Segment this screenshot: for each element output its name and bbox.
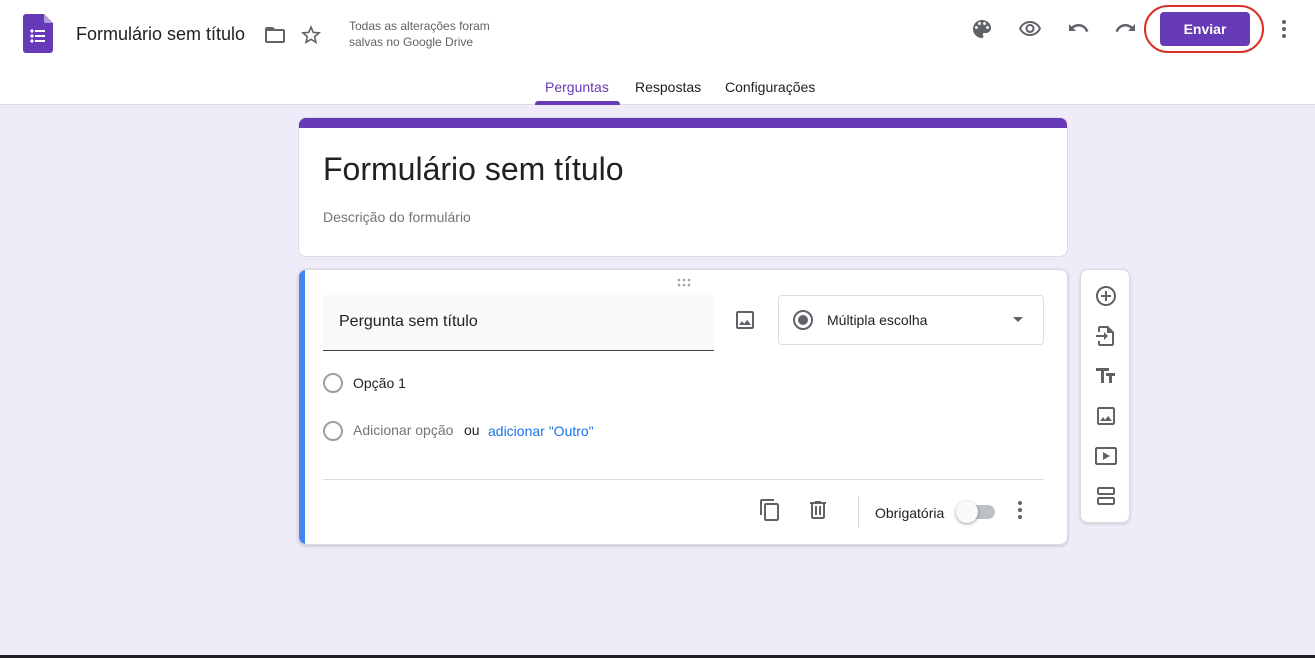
- tab-questions[interactable]: Perguntas: [545, 79, 609, 95]
- footer-divider: [323, 479, 1044, 480]
- import-questions-icon[interactable]: [1094, 324, 1118, 348]
- question-card[interactable]: Pergunta sem título Múltipla escolha Opç…: [298, 269, 1068, 545]
- star-icon[interactable]: [299, 23, 323, 47]
- trash-icon[interactable]: [806, 498, 830, 522]
- floating-toolbar: [1080, 269, 1130, 523]
- chevron-down-icon: [1013, 317, 1023, 322]
- add-option-field[interactable]: Adicionar opção: [353, 422, 453, 438]
- redo-icon[interactable]: [1114, 17, 1138, 41]
- duplicate-icon[interactable]: [758, 498, 782, 522]
- image-icon[interactable]: [1094, 404, 1118, 428]
- more-vert-icon[interactable]: [1272, 17, 1296, 41]
- active-question-bar: [299, 270, 305, 544]
- video-icon[interactable]: [1094, 444, 1118, 468]
- question-type-label: Múltipla escolha: [827, 312, 928, 328]
- image-icon[interactable]: [733, 308, 757, 332]
- folder-icon[interactable]: [263, 23, 287, 47]
- save-status: Todas as alterações foram salvas no Goog…: [349, 19, 490, 49]
- radio-button-icon: [793, 310, 813, 330]
- top-bar: Formulário sem título Todas as alteraçõe…: [0, 0, 1315, 105]
- or-text: ou: [464, 422, 480, 438]
- tab-bar: Perguntas Respostas Configurações: [0, 72, 1315, 105]
- question-type-dropdown[interactable]: Múltipla escolha: [778, 295, 1044, 345]
- tab-responses[interactable]: Respostas: [635, 79, 701, 95]
- form-description-field[interactable]: Descrição do formulário: [323, 209, 471, 225]
- add-option-radio: [323, 421, 343, 441]
- add-other-link[interactable]: adicionar "Outro": [488, 423, 594, 439]
- section-icon[interactable]: [1094, 484, 1118, 508]
- required-toggle-knob[interactable]: [956, 501, 978, 523]
- active-tab-indicator: [535, 101, 620, 105]
- forms-logo-icon[interactable]: [23, 14, 53, 53]
- form-title[interactable]: Formulário sem título: [323, 151, 624, 188]
- add-circle-icon[interactable]: [1094, 284, 1118, 308]
- required-label: Obrigatória: [875, 505, 945, 521]
- document-title[interactable]: Formulário sem título: [76, 24, 245, 45]
- palette-icon[interactable]: [970, 17, 994, 41]
- title-text-icon[interactable]: [1094, 364, 1118, 388]
- footer-separator: [858, 496, 859, 528]
- accent-bar: [299, 118, 1067, 128]
- more-vert-icon[interactable]: [1008, 498, 1032, 522]
- drag-handle-icon[interactable]: [676, 278, 692, 288]
- undo-icon[interactable]: [1066, 17, 1090, 41]
- tab-settings[interactable]: Configurações: [725, 79, 815, 95]
- option-label[interactable]: Opção 1: [353, 375, 406, 391]
- send-button[interactable]: Enviar: [1160, 12, 1250, 46]
- form-header-card: Formulário sem título Descrição do formu…: [298, 117, 1068, 257]
- question-title-input[interactable]: Pergunta sem título: [323, 295, 714, 351]
- eye-icon[interactable]: [1018, 17, 1042, 41]
- option-radio: [323, 373, 343, 393]
